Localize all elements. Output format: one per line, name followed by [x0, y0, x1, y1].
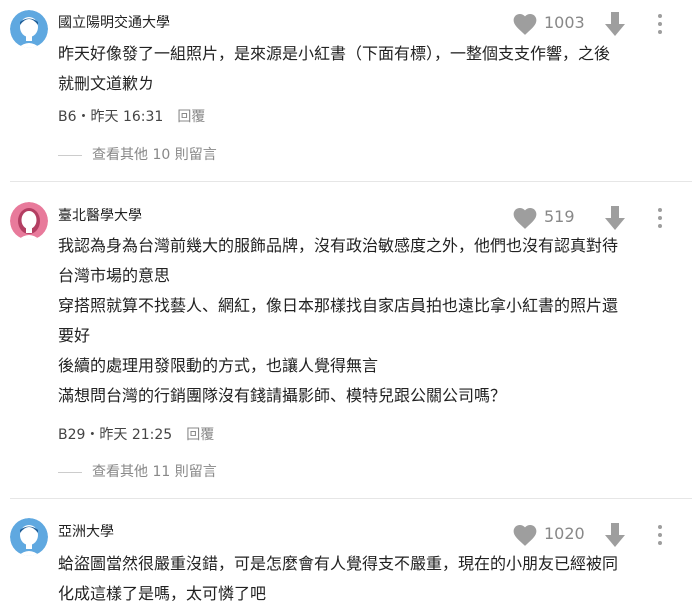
comment-divider: [10, 181, 692, 182]
view-more-replies[interactable]: 查看其他 11 則留言: [58, 461, 217, 481]
author-name[interactable]: 國立陽明交通大學: [58, 12, 170, 32]
comment-line: 昨天好像發了一組照片，是來源是小紅書（下面有標），一整個支支作響，之後: [58, 44, 611, 63]
arrow-down-icon[interactable]: [604, 205, 626, 231]
avatar[interactable]: [10, 10, 48, 48]
comment-line: 滿想問台灣的行銷團隊沒有錢請攝影師、模特兒跟公關公司嗎？: [58, 386, 507, 405]
divider-line: [58, 471, 82, 473]
reply-button[interactable]: 回覆: [186, 427, 214, 443]
more-vertical-icon[interactable]: [648, 12, 672, 36]
comment-line: 我認為身為台灣前幾大的服飾品牌，沒有政治敏感度之外，他們也沒有認真對待: [58, 236, 619, 255]
heart-icon[interactable]: [512, 206, 538, 230]
comment-line: 後續的處理用發限動的方式，也讓人覺得無言: [58, 356, 379, 375]
author-name[interactable]: 臺北醫學大學: [58, 205, 142, 225]
female-avatar-icon: [10, 202, 48, 240]
like-count: 519: [544, 207, 575, 226]
like-count: 1003: [544, 13, 585, 32]
comment-actions: 1020: [502, 522, 692, 548]
avatar[interactable]: [10, 202, 48, 240]
view-more-replies[interactable]: 查看其他 10 則留言: [58, 144, 217, 164]
heart-icon[interactable]: [512, 523, 538, 547]
comment-line: 台灣市場的意思: [58, 266, 171, 285]
floor-timestamp: B6・昨天 16:31: [58, 109, 164, 125]
male-avatar-icon: [10, 10, 48, 48]
floor-timestamp: B29・昨天 21:25: [58, 427, 173, 443]
comment-actions: 519: [502, 205, 692, 231]
comment-line: 穿搭照就算不找藝人、網紅，像日本那樣找自家店員拍也遠比拿小紅書的照片還: [58, 296, 619, 315]
comment-line: 就刪文道歉ㄌ: [58, 74, 155, 93]
comment-divider: [10, 498, 692, 499]
comment-line: 要好: [58, 326, 91, 345]
comment-line: 蛤盜圖當然很嚴重沒錯，可是怎麼會有人覺得支不嚴重，現在的小朋友已經被同: [58, 554, 619, 573]
like-count: 1020: [544, 524, 585, 543]
reply-button[interactable]: 回覆: [177, 109, 205, 125]
view-more-replies-label[interactable]: 查看其他 10 則留言: [92, 147, 217, 163]
comment-line: 化成這樣了是嗎，太可憐了吧: [58, 584, 267, 603]
more-vertical-icon[interactable]: [648, 206, 672, 230]
comment-actions: 1003: [502, 11, 692, 37]
comment-meta: B6・昨天 16:31 回覆: [58, 106, 205, 126]
view-more-replies-label[interactable]: 查看其他 11 則留言: [92, 464, 217, 480]
comment-body: 昨天好像發了一組照片，是來源是小紅書（下面有標），一整個支支作響，之後 就刪文道…: [58, 39, 680, 99]
heart-icon[interactable]: [512, 12, 538, 36]
male-avatar-icon: [10, 518, 48, 556]
avatar[interactable]: [10, 518, 48, 556]
comment-body: 我認為身為台灣前幾大的服飾品牌，沒有政治敏感度之外，他們也沒有認真對待 台灣市場…: [58, 231, 680, 411]
author-name[interactable]: 亞洲大學: [58, 521, 114, 541]
more-vertical-icon[interactable]: [648, 523, 672, 547]
arrow-down-icon[interactable]: [604, 522, 626, 548]
arrow-down-icon[interactable]: [604, 11, 626, 37]
comment-meta: B29・昨天 21:25 回覆: [58, 424, 214, 444]
divider-line: [58, 154, 82, 156]
comment-body: 蛤盜圖當然很嚴重沒錯，可是怎麼會有人覺得支不嚴重，現在的小朋友已經被同 化成這樣…: [58, 549, 680, 609]
